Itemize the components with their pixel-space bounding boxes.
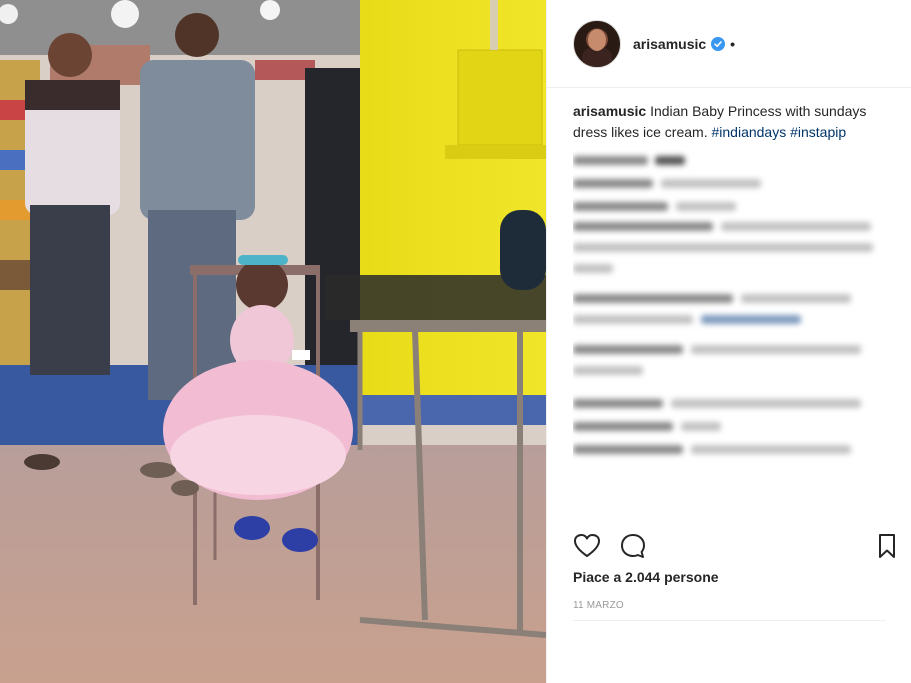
bookmark-icon[interactable] bbox=[873, 532, 901, 560]
comments-list[interactable]: arisamusic Indian Baby Princess with sun… bbox=[573, 101, 893, 521]
divider bbox=[573, 620, 886, 621]
blurred-comment bbox=[573, 151, 893, 172]
heart-icon[interactable] bbox=[573, 532, 601, 560]
post-header: arisamusic • bbox=[547, 0, 911, 88]
blurred-comment bbox=[573, 220, 893, 290]
blurred-comment bbox=[573, 417, 893, 438]
blurred-comment bbox=[573, 343, 893, 392]
blurred-comment bbox=[573, 292, 893, 341]
blurred-comments bbox=[573, 151, 893, 461]
verified-badge-icon bbox=[711, 36, 726, 51]
hashtag-link[interactable]: #indiandays bbox=[711, 124, 786, 140]
post-photo[interactable] bbox=[0, 0, 546, 683]
username-link[interactable]: arisamusic bbox=[633, 36, 706, 52]
header-separator: • bbox=[730, 35, 736, 52]
blurred-comment bbox=[573, 197, 893, 218]
blurred-comment bbox=[573, 440, 893, 461]
comment-bubble-icon[interactable] bbox=[619, 532, 647, 560]
likes-count[interactable]: Piace a 2.044 persone bbox=[573, 569, 719, 585]
post-caption: arisamusic Indian Baby Princess with sun… bbox=[573, 101, 893, 143]
post-side-panel: arisamusic • arisamusic Indian Baby Prin… bbox=[546, 0, 911, 683]
blurred-comment bbox=[573, 174, 893, 195]
caption-username[interactable]: arisamusic bbox=[573, 103, 646, 119]
blurred-comment bbox=[573, 394, 893, 415]
post-actions bbox=[573, 530, 903, 562]
hashtag-link[interactable]: #instapip bbox=[790, 124, 846, 140]
avatar[interactable] bbox=[573, 19, 621, 68]
photo-illustration bbox=[0, 0, 546, 683]
post-date[interactable]: 11 MARZO bbox=[573, 600, 624, 611]
